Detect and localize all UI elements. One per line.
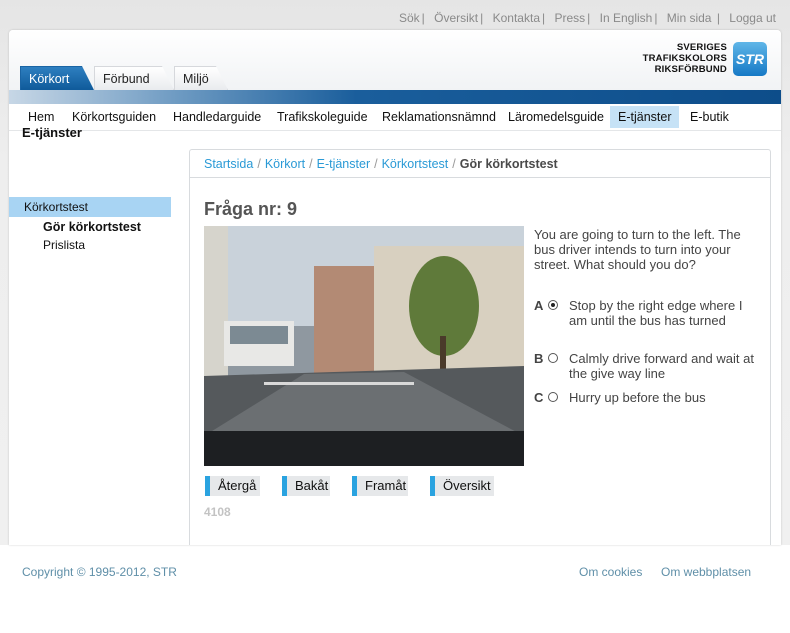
breadcrumb-current: Gör körkortstest	[459, 157, 558, 171]
blue-banner	[9, 90, 781, 104]
top-link-english[interactable]: In English	[600, 11, 653, 25]
footer-copyright: Copyright © 1995-2012, STR	[22, 565, 177, 579]
sidebar-item-korkortstest[interactable]: Körkortstest	[9, 197, 171, 217]
footer-link-about[interactable]: Om webbplatsen	[661, 565, 751, 579]
answer-text-b: Calmly drive forward and wait at the giv…	[569, 351, 754, 381]
sidebar-item-gor-korkortstest[interactable]: Gör körkortstest	[9, 217, 171, 237]
answer-text-a: Stop by the right edge where I am until …	[569, 298, 743, 328]
nav-item-handledarguide[interactable]: Handledarguide	[165, 106, 269, 128]
tab-forbund[interactable]: Förbund	[94, 66, 174, 90]
answer-letter-b: B	[534, 351, 544, 366]
back-button[interactable]: Återgå	[205, 476, 260, 496]
breadcrumb-link-korkort[interactable]: Körkort	[265, 157, 305, 171]
answer-letter-a: A	[534, 298, 544, 313]
main-nav: Hem Körkortsguiden Handledarguide Trafik…	[9, 104, 781, 131]
str-logo[interactable]: SVERIGES TRAFIKSKOLORS RIKSFÖRBUND STR	[642, 41, 767, 77]
breadcrumb: Startsida / Körkort / E-tjänster / Körkortstes…	[190, 150, 770, 178]
top-link-overview[interactable]: Översikt	[434, 11, 478, 25]
tab-korkort[interactable]: Körkort	[20, 66, 94, 90]
top-links: Sök | Översikt | Kontakta | Press | In Engli…	[398, 11, 776, 25]
overview-button[interactable]: Översikt	[430, 476, 494, 496]
question-id: 4108	[204, 505, 231, 519]
tab-miljo[interactable]: Miljö	[174, 66, 228, 90]
site-header: SVERIGES TRAFIKSKOLORS RIKSFÖRBUND STR K…	[9, 30, 781, 90]
top-link-search[interactable]: Sök	[399, 11, 420, 25]
next-button[interactable]: Framåt	[352, 476, 408, 496]
nav-item-reklamationsnamnd[interactable]: Reklamationsnämnd	[374, 106, 504, 128]
breadcrumb-link-korkortstest[interactable]: Körkortstest	[382, 157, 449, 171]
footer-link-cookies[interactable]: Om cookies	[579, 565, 642, 579]
logo-wordmark: SVERIGES TRAFIKSKOLORS RIKSFÖRBUND	[642, 42, 727, 75]
breadcrumb-link-startsida[interactable]: Startsida	[204, 157, 253, 171]
nav-item-trafikskoleguide[interactable]: Trafikskoleguide	[269, 106, 376, 128]
radio-a[interactable]	[548, 300, 558, 310]
top-link-press[interactable]: Press	[554, 11, 585, 25]
nav-item-e-tjanster[interactable]: E-tjänster	[610, 106, 679, 128]
top-link-logout[interactable]: Logga ut	[729, 11, 776, 25]
question-text: You are going to turn to the left. The b…	[534, 227, 741, 272]
previous-button[interactable]: Bakåt	[282, 476, 330, 496]
sidebar-item-prislista[interactable]: Prislista	[9, 235, 171, 255]
sidebar-title: E-tjänster	[22, 125, 82, 140]
answer-option-a[interactable]: A Stop by the right edge where I am unti…	[534, 298, 764, 348]
radio-b[interactable]	[548, 353, 558, 363]
nav-item-laromedelsguide[interactable]: Läromedelsguide	[500, 106, 612, 128]
nav-item-e-butik[interactable]: E-butik	[682, 106, 737, 128]
top-link-contact[interactable]: Kontakta	[493, 11, 540, 25]
breadcrumb-link-e-tjanster[interactable]: E-tjänster	[317, 157, 371, 171]
answer-text-c: Hurry up before the bus	[569, 390, 706, 405]
answer-option-c[interactable]: C Hurry up before the bus	[534, 390, 764, 440]
top-link-my-page[interactable]: Min sida	[667, 11, 712, 25]
question-photo	[204, 226, 524, 466]
question-title: Fråga nr: 9	[204, 199, 298, 219]
radio-c[interactable]	[548, 392, 558, 402]
logo-badge: STR	[733, 42, 767, 76]
answer-letter-c: C	[534, 390, 544, 405]
